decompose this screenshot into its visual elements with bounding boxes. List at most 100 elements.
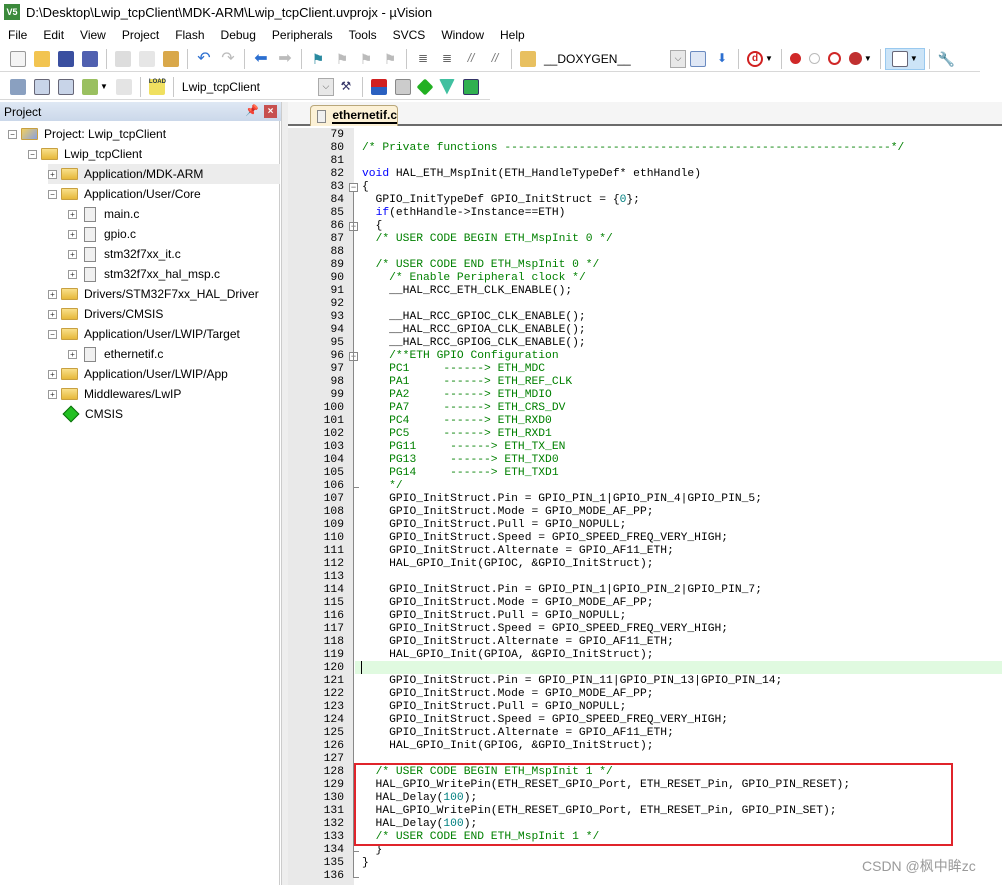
event-recorder-icon[interactable] — [462, 78, 479, 95]
stop-build-icon[interactable] — [115, 78, 132, 95]
expand-icon[interactable]: + — [48, 169, 57, 179]
translate-icon[interactable] — [10, 78, 26, 95]
new-file-icon[interactable] — [10, 50, 26, 67]
menu-edit[interactable]: Edit — [35, 28, 72, 42]
next-bookmark-icon[interactable]: ⚑ — [358, 51, 374, 67]
fold-toggle-icon[interactable]: − — [349, 183, 358, 192]
configure-icon[interactable]: 🔧 — [938, 51, 955, 67]
comment-icon[interactable]: // — [463, 51, 479, 67]
tree-item[interactable]: + main.c — [68, 204, 139, 224]
indent-icon[interactable]: ≣ — [415, 51, 431, 67]
pin-icon[interactable]: 📌 — [245, 104, 259, 117]
download-icon[interactable]: LOAD — [148, 78, 166, 95]
window-layout-button[interactable]: ▼ — [884, 47, 925, 70]
save-all-icon[interactable] — [82, 50, 98, 67]
menu-svcs[interactable]: SVCS — [385, 28, 434, 42]
expand-icon[interactable]: + — [48, 309, 57, 319]
expand-icon[interactable]: + — [68, 349, 77, 359]
paste-icon[interactable] — [163, 50, 179, 67]
find-combo-dropdown[interactable]: ⌵ — [670, 49, 686, 68]
find-combo[interactable]: __DOXYGEN__ — [540, 49, 670, 69]
expand-icon[interactable]: + — [48, 369, 57, 379]
tree-item[interactable]: − Application/User/LWIP/Target — [48, 324, 240, 344]
menu-tools[interactable]: Tools — [341, 28, 385, 42]
find-icon[interactable] — [690, 50, 706, 67]
select-packs-icon[interactable] — [394, 78, 411, 95]
manage-rte-icon[interactable] — [416, 78, 434, 95]
uncomment-icon[interactable]: // — [487, 51, 503, 67]
tree-item[interactable]: − Lwip_tcpClient — [28, 144, 142, 164]
tab-ethernetif-c[interactable]: ethernetif.c — [310, 105, 398, 126]
menu-window[interactable]: Window — [433, 28, 492, 42]
collapse-icon[interactable]: − — [8, 129, 17, 139]
tree-item[interactable]: + Application/MDK-ARM — [48, 164, 280, 184]
tree-item[interactable]: − Application/User/Core — [48, 184, 201, 204]
tree-item[interactable]: + Drivers/STM32F7xx_HAL_Driver — [48, 284, 259, 304]
redo-icon[interactable]: ↷ — [220, 50, 236, 67]
collapse-icon[interactable]: − — [48, 189, 57, 199]
tree-item[interactable]: + gpio.c — [68, 224, 136, 244]
tree-item[interactable]: + stm32f7xx_it.c — [68, 244, 181, 264]
menu-view[interactable]: View — [72, 28, 114, 42]
expand-icon[interactable]: + — [48, 389, 57, 399]
undo-icon[interactable]: ↶ — [196, 50, 212, 67]
batch-build-icon[interactable] — [82, 78, 98, 95]
incremental-find-icon[interactable]: ⬇ — [714, 51, 730, 67]
menu-project[interactable]: Project — [114, 28, 167, 42]
prev-bookmark-icon[interactable]: ⚑ — [334, 51, 350, 67]
debug-session-icon[interactable]: d — [747, 50, 763, 67]
tree-item[interactable]: CMSIS — [48, 404, 123, 424]
cut-icon[interactable] — [115, 50, 131, 67]
comment: PC5 ------> ETH_RXD1 — [362, 428, 552, 440]
clear-bookmarks-icon[interactable]: ⚑ — [382, 51, 398, 67]
unindent-icon[interactable]: ≣ — [439, 51, 455, 67]
menu-debug[interactable]: Debug — [213, 28, 264, 42]
tree-item-label: Middlewares/LwIP — [84, 387, 182, 401]
code-line: GPIO_InitStruct.Speed = GPIO_SPEED_FREQ_… — [362, 532, 728, 545]
expand-icon[interactable]: + — [68, 229, 77, 239]
disable-breakpoints-icon[interactable] — [827, 52, 841, 65]
build-icon[interactable] — [34, 78, 50, 95]
expand-icon[interactable]: + — [48, 289, 57, 299]
tree-item[interactable]: + stm32f7xx_hal_msp.c — [68, 264, 220, 284]
rebuild-icon[interactable] — [58, 78, 74, 95]
kill-breakpoints-icon[interactable] — [848, 52, 862, 65]
manage-project-items-icon[interactable] — [370, 78, 387, 95]
code-line: /* Private functions -------------------… — [362, 142, 904, 155]
expand-icon[interactable]: + — [68, 209, 77, 219]
target-combo[interactable]: Lwip_tcpClient — [178, 77, 318, 97]
navigate-forward-icon[interactable]: ➡ — [277, 50, 293, 67]
collapse-icon[interactable]: − — [28, 149, 37, 159]
menu-file[interactable]: File — [0, 28, 35, 42]
open-file-icon[interactable] — [34, 50, 50, 67]
pack-installer-icon[interactable] — [438, 78, 455, 95]
save-icon[interactable] — [58, 50, 74, 67]
menu-flash[interactable]: Flash — [167, 28, 212, 42]
menu-peripherals[interactable]: Peripherals — [264, 28, 341, 42]
tree-item[interactable]: + Middlewares/LwIP — [48, 384, 181, 404]
close-panel-button[interactable]: × — [264, 105, 277, 118]
folder-icon — [61, 188, 78, 200]
target-combo-dropdown[interactable]: ⌵ — [317, 77, 334, 96]
expand-icon[interactable]: + — [68, 249, 77, 259]
code-line: void HAL_ETH_MspInit(ETH_HandleTypeDef* … — [362, 168, 701, 181]
tree-item[interactable]: − Project: Lwip_tcpClient — [8, 124, 166, 144]
code-line: /* Enable Peripheral clock */ — [362, 272, 586, 285]
comment: /**ETH GPIO Configuration — [389, 350, 559, 362]
tree-item[interactable]: + Application/User/LWIP/App — [48, 364, 228, 384]
tree-item[interactable]: + Drivers/CMSIS — [48, 304, 163, 324]
enable-breakpoint-icon[interactable] — [808, 53, 820, 64]
expand-icon[interactable]: + — [68, 269, 77, 279]
tree-item[interactable]: + ethernetif.c — [68, 344, 163, 364]
panel-splitter[interactable] — [281, 102, 288, 885]
collapse-icon[interactable]: − — [48, 329, 57, 339]
target-options-icon[interactable]: ⚒ — [338, 79, 354, 95]
navigate-back-icon[interactable]: ⬅ — [253, 50, 269, 67]
line-number: 82 — [330, 168, 344, 180]
copy-icon[interactable] — [139, 50, 155, 67]
code-line: if(ethHandle->Instance==ETH) — [362, 207, 566, 220]
bookmark-icon[interactable]: ⚑ — [310, 51, 326, 67]
find-in-files-icon[interactable] — [520, 50, 536, 67]
insert-breakpoint-icon[interactable] — [789, 53, 801, 64]
menu-help[interactable]: Help — [492, 28, 533, 42]
